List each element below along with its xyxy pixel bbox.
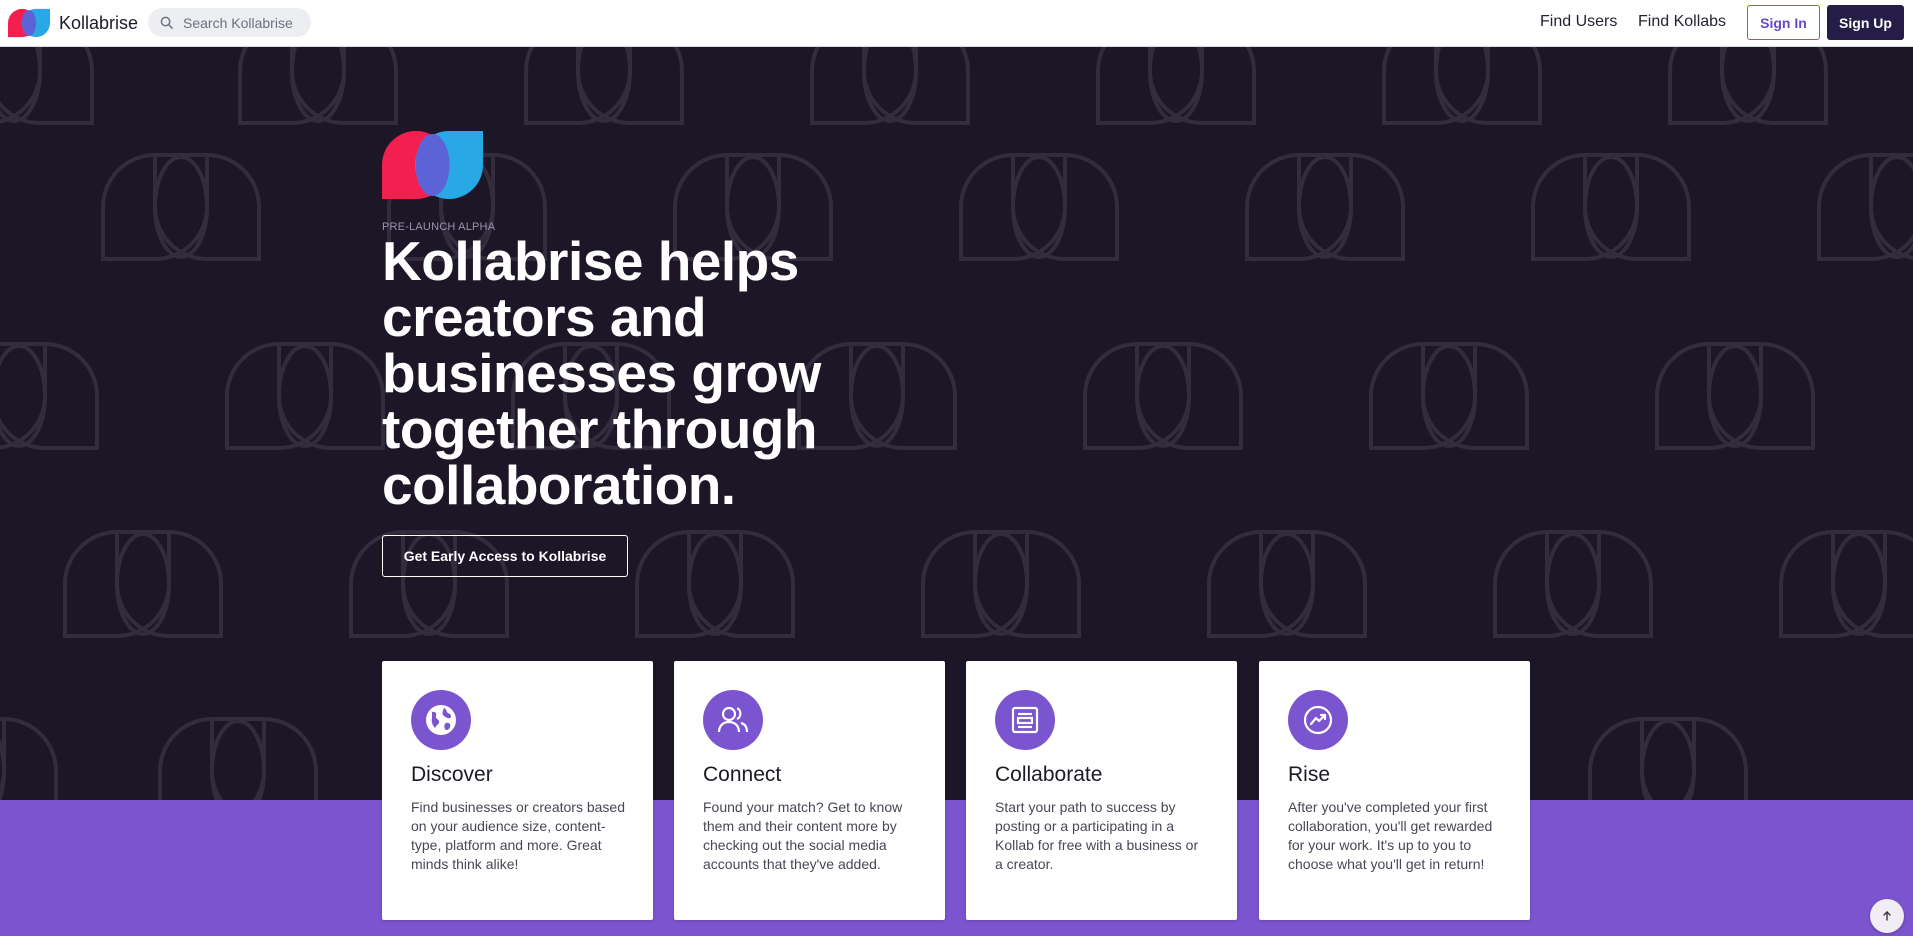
sign-in-button[interactable]: Sign In bbox=[1747, 5, 1820, 40]
feature-icon-badge bbox=[411, 690, 471, 750]
feature-icon-badge bbox=[703, 690, 763, 750]
feature-description: Start your path to success by posting or… bbox=[995, 799, 1199, 872]
feature-title: Rise bbox=[1288, 763, 1331, 786]
nav-find-kollabs-link[interactable]: Find Kollabs bbox=[1638, 13, 1726, 31]
brand-home-link[interactable]: Kollabrise bbox=[8, 8, 138, 38]
feature-card-discover: Discover Find businesses or creators bas… bbox=[382, 661, 653, 920]
top-navigation-bar: Kollabrise Find Users Find Kollabs Sign … bbox=[0, 0, 1913, 47]
feature-title: Connect bbox=[703, 763, 782, 786]
purple-feature-band bbox=[0, 800, 1913, 936]
search-icon bbox=[160, 16, 173, 29]
kollabrise-hero-logo-icon bbox=[382, 131, 483, 199]
brand-name: Kollabrise bbox=[59, 12, 139, 33]
scroll-to-top-button[interactable] bbox=[1870, 899, 1904, 933]
get-early-access-button[interactable]: Get Early Access to Kollabrise bbox=[382, 535, 628, 577]
search-bar[interactable] bbox=[148, 8, 311, 37]
globe-icon bbox=[426, 705, 456, 735]
sign-up-button[interactable]: Sign Up bbox=[1827, 5, 1904, 40]
users-icon bbox=[717, 706, 749, 733]
feature-card-connect: Connect Found your match? Get to know th… bbox=[674, 661, 945, 920]
hero-logo-pattern-background bbox=[0, 47, 1913, 800]
feature-icon-badge bbox=[1288, 690, 1348, 750]
feature-icon-badge bbox=[995, 690, 1055, 750]
document-icon bbox=[1011, 706, 1039, 734]
feature-title: Discover bbox=[411, 763, 493, 786]
feature-description: Found your match? Get to know them and t… bbox=[703, 799, 903, 872]
hero-headline: Kollabrise helps creators and businesses… bbox=[382, 230, 821, 516]
kollabrise-logo-icon bbox=[8, 8, 50, 38]
feature-card-rise: Rise After you've completed your first c… bbox=[1259, 661, 1530, 920]
trend-up-icon bbox=[1303, 705, 1333, 735]
feature-card-collaborate: Collaborate Start your path to success b… bbox=[966, 661, 1237, 920]
feature-description: After you've completed your first collab… bbox=[1288, 799, 1493, 872]
arrow-up-icon bbox=[1883, 911, 1891, 921]
feature-description: Find businesses or creators based on you… bbox=[411, 799, 625, 872]
nav-find-users-link[interactable]: Find Users bbox=[1540, 13, 1617, 31]
feature-title: Collaborate bbox=[995, 763, 1103, 786]
search-input[interactable] bbox=[181, 13, 310, 32]
